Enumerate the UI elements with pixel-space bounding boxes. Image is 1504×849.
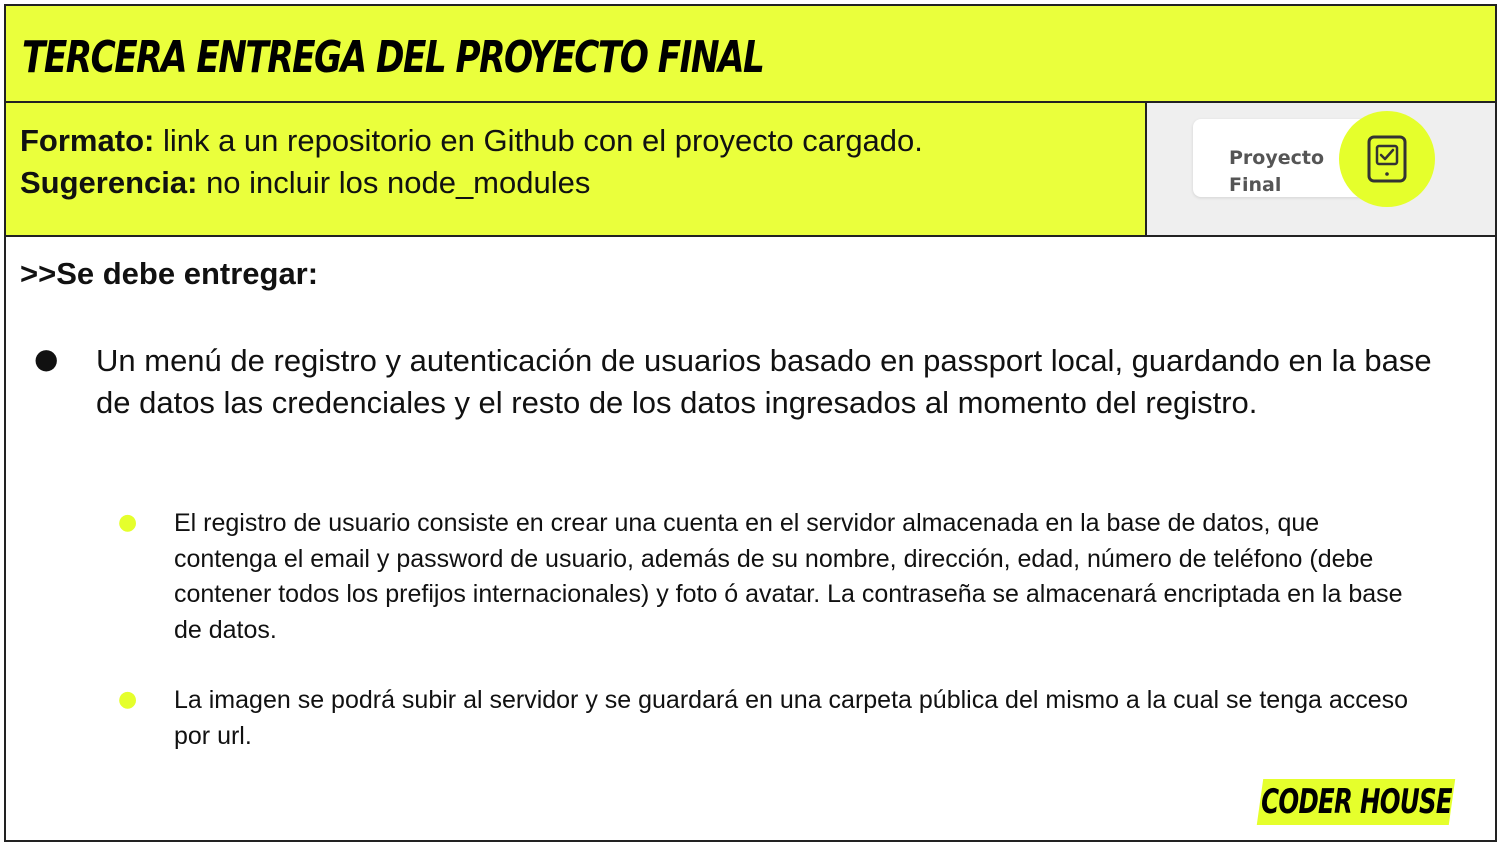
sub-bullet-dot: ● bbox=[118, 510, 138, 535]
badge-line-2: Final bbox=[1229, 174, 1282, 196]
title-bar: TERCERA ENTREGA DEL PROYECTO FINAL bbox=[6, 6, 1495, 103]
format-box: Formato: link a un repositorio en Github… bbox=[6, 103, 1147, 237]
slide-title: TERCERA ENTREGA DEL PROYECTO FINAL bbox=[22, 32, 765, 83]
badge-label: Proyecto Final bbox=[1229, 145, 1324, 199]
suggestion-label: Sugerencia: bbox=[20, 165, 198, 200]
checklist-tablet-icon bbox=[1367, 135, 1407, 183]
suggestion-line: Sugerencia: no incluir los node_modules bbox=[20, 165, 590, 201]
format-line: Formato: link a un repositorio en Github… bbox=[20, 123, 923, 159]
main-bullet-text: Un menú de registro y autenticación de u… bbox=[96, 343, 1432, 420]
suggestion-text: no incluir los node_modules bbox=[197, 165, 591, 200]
badge-line-1: Proyecto bbox=[1229, 147, 1325, 169]
sub-bullet-dot: ● bbox=[118, 687, 138, 712]
sub-item-text: La imagen se podrá subir al servidor y s… bbox=[174, 686, 1409, 750]
bullet-dot: ● bbox=[34, 342, 59, 375]
format-label: Formato: bbox=[20, 123, 155, 158]
sub-item-text: El registro de usuario consiste en crear… bbox=[174, 509, 1403, 644]
badge-box: Proyecto Final bbox=[1147, 103, 1495, 237]
section-heading: >>Se debe entregar: bbox=[20, 256, 319, 291]
logo-text: CODER HOUSE bbox=[1260, 782, 1452, 822]
format-text: link a un repositorio en Github con el p… bbox=[154, 123, 923, 158]
coder-house-logo: CODER HOUSE bbox=[1256, 779, 1456, 825]
badge-circle bbox=[1339, 111, 1435, 207]
